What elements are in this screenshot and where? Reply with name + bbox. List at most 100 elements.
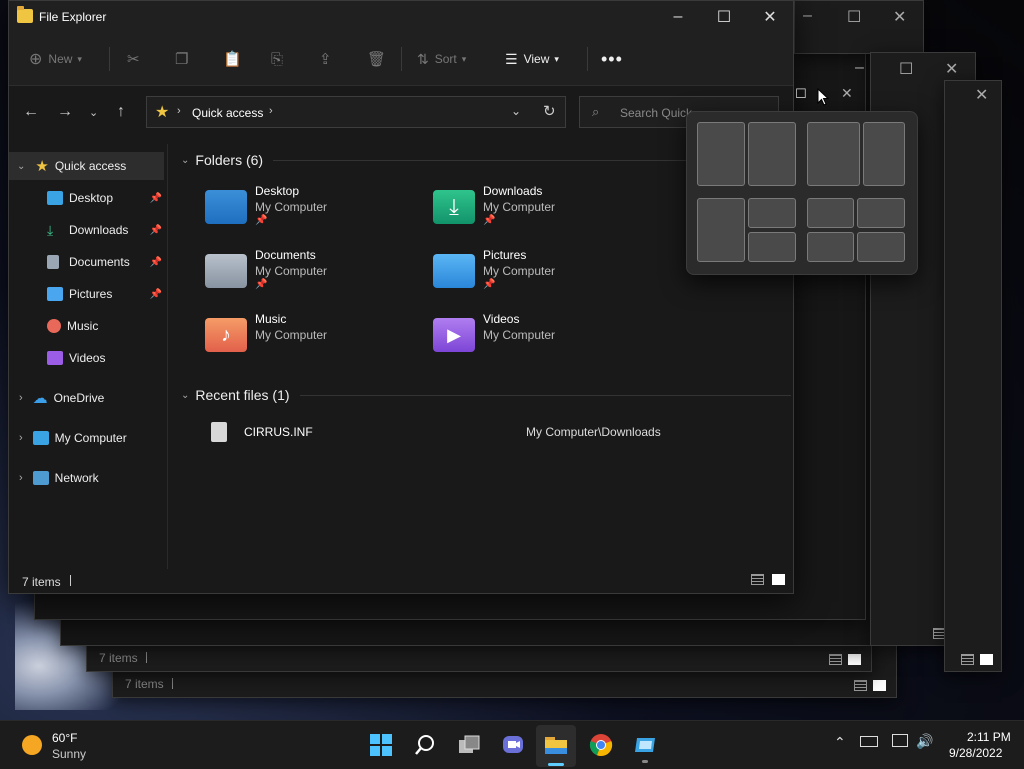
refresh-icon[interactable]: ↻: [543, 102, 556, 120]
clock-time[interactable]: 2:11 PM: [967, 730, 1011, 744]
maximize-icon[interactable]: ☐: [795, 86, 807, 102]
sidebar-item-network[interactable]: › Network: [9, 464, 164, 492]
task-view-button[interactable]: [457, 733, 481, 757]
app-button[interactable]: [633, 733, 657, 763]
sidebar-item-downloads[interactable]: ⤓ Downloads 📌: [9, 216, 164, 244]
details-view-icon[interactable]: [751, 574, 764, 585]
sidebar-item-documents[interactable]: Documents 📌: [9, 248, 164, 276]
recent-files-section-header[interactable]: ⌄ Recent files (1): [181, 387, 791, 403]
maximize-icon[interactable]: ☐: [847, 7, 861, 27]
tiles-view-icon[interactable]: [873, 680, 886, 691]
new-button[interactable]: ⊕ New ▾: [29, 49, 82, 69]
videos-icon: [47, 351, 63, 365]
tiles-view-icon[interactable]: [848, 654, 861, 665]
minimize-icon[interactable]: –: [803, 7, 812, 25]
keyboard-icon[interactable]: [860, 736, 878, 747]
sort-button[interactable]: ⇅ Sort ▾: [417, 49, 466, 69]
sidebar-item-label: Downloads: [69, 223, 129, 237]
folder-tile-documents[interactable]: Documents My Computer 📌: [205, 248, 425, 304]
close-button[interactable]: ✕: [747, 1, 793, 33]
tiles-view-icon[interactable]: [772, 574, 785, 585]
new-label: New: [48, 52, 73, 66]
recent-header-label: Recent files (1): [195, 387, 290, 403]
delete-icon[interactable]: 🗑: [367, 49, 386, 69]
folders-header-label: Folders (6): [195, 152, 264, 168]
folder-location: My Computer: [483, 200, 556, 214]
share-icon[interactable]: ⇪: [319, 49, 332, 69]
file-explorer-window[interactable]: File Explorer – ☐ ✕ ⊕ New ▾ ✂ ❐ 📋 ⎘ ⇪ 🗑 …: [8, 0, 794, 594]
sidebar-item-music[interactable]: Music: [9, 312, 164, 340]
network-status-icon[interactable]: [892, 734, 908, 747]
sidebar-item-desktop[interactable]: Desktop 📌: [9, 184, 164, 212]
copy-icon[interactable]: ❐: [175, 49, 188, 69]
snap-zone-quad-bottom-left[interactable]: [807, 232, 854, 262]
address-bar[interactable]: ★ › Quick access › ⌄ ↻: [146, 96, 566, 128]
folder-tile-music[interactable]: ♪ Music My Computer: [205, 312, 425, 368]
snap-zone-quad-top-left[interactable]: [807, 198, 854, 228]
sidebar-item-videos[interactable]: Videos: [9, 344, 164, 372]
snap-zone-narrow-right[interactable]: [863, 122, 905, 186]
plus-circle-icon: ⊕: [29, 51, 43, 68]
snap-zone-half-right[interactable]: [748, 122, 796, 186]
chrome-button[interactable]: [589, 733, 613, 757]
forward-arrow-icon[interactable]: →: [57, 103, 73, 121]
up-arrow-icon[interactable]: ↑: [117, 103, 125, 121]
details-view-icon[interactable]: [961, 654, 974, 665]
sidebar-item-quick-access[interactable]: ⌄ ★ Quick access: [9, 152, 164, 180]
folder-tile-pictures[interactable]: Pictures My Computer 📌: [433, 248, 653, 304]
view-button[interactable]: ☰ View ▾: [505, 49, 559, 69]
sidebar-item-my-computer[interactable]: › My Computer: [9, 424, 164, 452]
search-button[interactable]: [413, 733, 437, 757]
minimize-icon[interactable]: –: [855, 59, 864, 77]
cut-icon[interactable]: ✂: [127, 49, 140, 69]
details-view-icon[interactable]: [829, 654, 842, 665]
details-view-icon[interactable]: [854, 680, 867, 691]
snap-zone-bottom-right[interactable]: [748, 232, 796, 262]
start-button[interactable]: [369, 733, 393, 757]
sidebar-item-pictures[interactable]: Pictures 📌: [9, 280, 164, 308]
tiles-view-icon[interactable]: [980, 654, 993, 665]
recent-file-row[interactable]: CIRRUS.INF My Computer\Downloads: [205, 420, 785, 446]
sidebar-item-onedrive[interactable]: › ☁ OneDrive: [9, 384, 164, 412]
snap-zone-tall-left[interactable]: [697, 198, 745, 262]
chat-button[interactable]: [501, 733, 525, 757]
more-options-icon[interactable]: •••: [601, 49, 623, 69]
breadcrumb-quick-access[interactable]: Quick access: [192, 106, 263, 120]
snap-zone-top-right[interactable]: [748, 198, 796, 228]
address-dropdown-icon[interactable]: ⌄: [511, 104, 521, 118]
folder-tile-videos[interactable]: ▶ Videos My Computer: [433, 312, 653, 368]
minimize-button[interactable]: –: [655, 1, 701, 33]
background-titlebar-1[interactable]: – ☐ ✕: [794, 0, 924, 54]
sidebar-item-label: Documents: [69, 255, 130, 269]
close-icon[interactable]: ✕: [945, 59, 958, 79]
weather-widget[interactable]: 60°F Sunny: [20, 729, 110, 763]
back-arrow-icon[interactable]: ←: [23, 103, 39, 121]
rename-icon[interactable]: ⎘: [271, 49, 283, 69]
file-explorer-taskbar-button[interactable]: [536, 725, 576, 767]
snap-zone-half-left[interactable]: [697, 122, 745, 186]
close-icon[interactable]: ✕: [893, 7, 906, 27]
close-icon[interactable]: ✕: [975, 85, 988, 105]
background-window-far-right[interactable]: ✕: [944, 80, 1002, 672]
folder-tile-desktop[interactable]: Desktop My Computer 📌: [205, 184, 425, 240]
recent-locations-chevron-icon[interactable]: ⌄: [89, 106, 98, 119]
mouse-cursor-icon: [817, 88, 829, 106]
sidebar-item-label: OneDrive: [53, 391, 105, 405]
close-icon[interactable]: ✕: [841, 85, 853, 102]
clock-date[interactable]: 9/28/2022: [949, 746, 1002, 760]
folder-tile-downloads[interactable]: ⤓ Downloads My Computer 📌: [433, 184, 653, 240]
maximize-button[interactable]: ☐: [701, 1, 747, 33]
paste-icon[interactable]: 📋: [223, 49, 242, 69]
folder-location: My Computer: [255, 264, 328, 278]
folder-name: Music: [255, 312, 287, 326]
snap-zone-wide-left[interactable]: [807, 122, 860, 186]
snap-zone-quad-top-right[interactable]: [857, 198, 905, 228]
maximize-icon[interactable]: ☐: [899, 59, 913, 79]
title-bar[interactable]: File Explorer – ☐ ✕: [9, 1, 793, 33]
show-hidden-icons-chevron-icon[interactable]: ⌃: [834, 734, 846, 751]
snap-zone-quad-bottom-right[interactable]: [857, 232, 905, 262]
star-icon: ★: [35, 158, 49, 175]
chevron-right-icon: ›: [19, 392, 23, 404]
weather-condition: Sunny: [52, 747, 87, 761]
volume-icon[interactable]: 🔊: [916, 733, 933, 750]
